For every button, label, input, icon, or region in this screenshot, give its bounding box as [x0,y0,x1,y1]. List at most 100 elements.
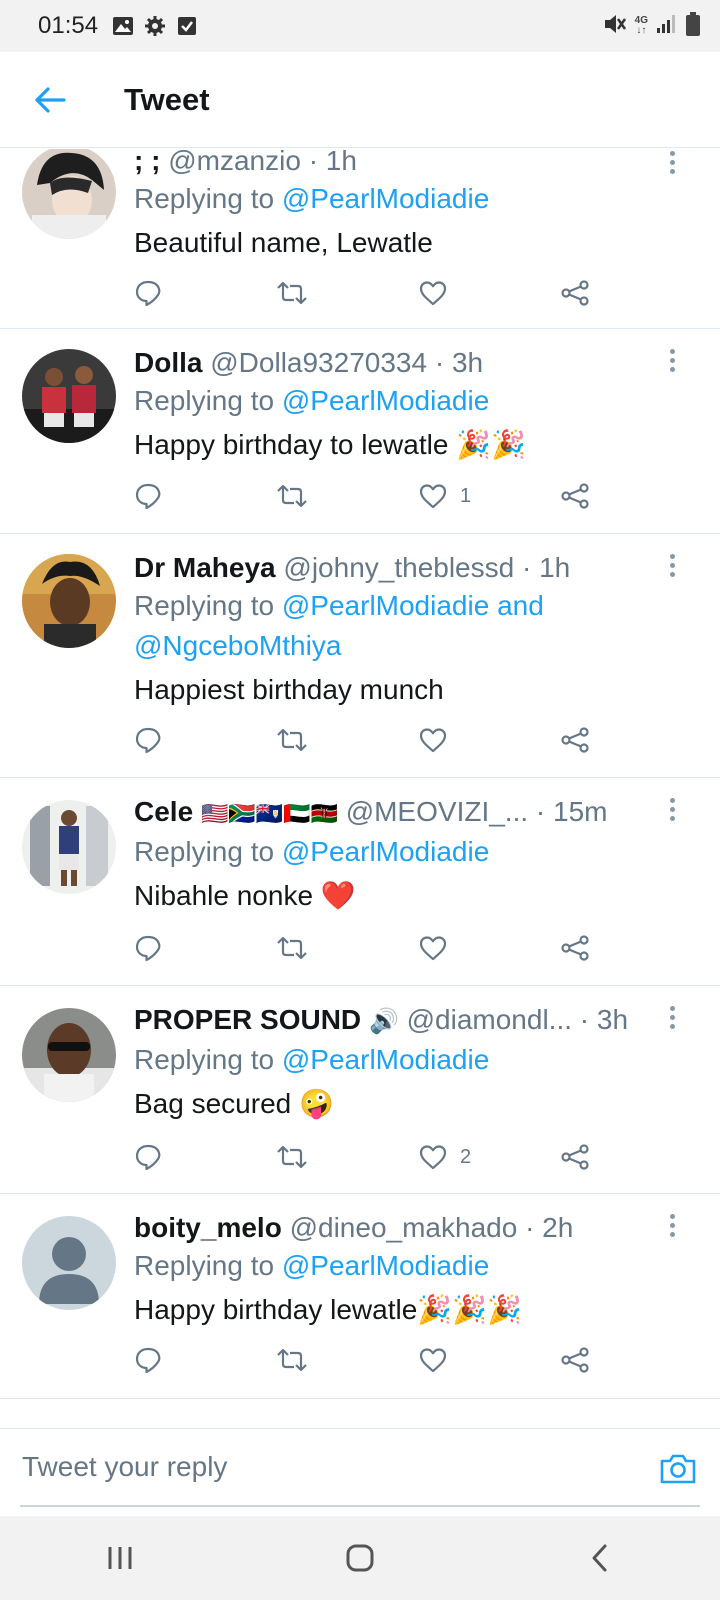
tweet-text: Bag secured 🤪 [134,1088,334,1119]
avatar[interactable] [22,800,116,894]
tweet-item[interactable]: Cele 🇺🇸🇿🇦🇦🇮🇦🇪🇰🇪 @MEOVIZI_... · 15m Reply… [0,778,720,986]
share-button[interactable] [560,1137,590,1177]
replying-to: Replying to @PearlModiadie [134,385,490,416]
user-handle[interactable]: @MEOVIZI_... [346,796,528,827]
tweet-actions [134,273,614,313]
reply-icon [134,934,162,962]
camera-button[interactable] [658,1449,698,1489]
reply-button[interactable] [134,1340,162,1380]
reply-icon [134,279,162,307]
tweet-actions: 2 [134,1137,614,1177]
reply-button[interactable] [134,720,162,760]
reply-input[interactable]: Tweet your reply [22,1451,227,1483]
like-icon [418,482,448,510]
tweet-header: boity_melo @dineo_makhado · 2h [134,1210,660,1246]
replying-to: Replying to @PearlModiadie and [134,590,544,621]
status-bar: 01:54 4G ↓↑ [0,0,720,52]
system-back-button[interactable] [570,1528,630,1588]
reply-button[interactable] [134,273,162,313]
user-handle[interactable]: @mzanzio [168,149,301,176]
tweet-item[interactable]: boity_melo @dineo_makhado · 2h Replying … [0,1194,720,1399]
user-name[interactable]: ; ; [134,149,160,176]
more-options-button[interactable] [660,550,684,580]
user-name[interactable]: boity_melo [134,1212,282,1243]
party-emoji: 🎉🎉 [456,429,526,460]
like-icon [418,934,448,962]
user-handle[interactable]: @Dolla93270334 [210,347,427,378]
share-button[interactable] [560,720,590,760]
share-icon [560,1143,590,1171]
like-button[interactable] [418,928,460,968]
mention-link[interactable]: @PearlModiadie [282,1044,489,1075]
avatar[interactable] [22,1216,116,1310]
more-options-button[interactable] [660,345,684,375]
tweet-item[interactable]: Dolla @Dolla93270334 · 3h Replying to @P… [0,329,720,534]
retweet-button[interactable] [276,720,308,760]
arrow-left-icon [35,86,66,113]
like-button[interactable]: 2 [418,1137,471,1177]
avatar[interactable] [22,554,116,648]
app-bar: Tweet [0,52,720,148]
tweet-text: Beautiful name, Lewatle [134,227,433,258]
retweet-icon [276,934,308,962]
mention-link[interactable]: @PearlModiadie [282,183,489,214]
reply-feed: ; ; @mzanzio · 1h Replying to @PearlModi… [0,149,720,1427]
tweet-item[interactable]: Dr Maheya @johny_theblessd · 1h Replying… [0,534,720,778]
tweet-header: Dr Maheya @johny_theblessd · 1h [134,550,660,586]
user-name[interactable]: PROPER SOUND [134,1004,361,1035]
more-options-button[interactable] [660,1210,684,1240]
mention-link[interactable]: @PearlModiadie [282,385,489,416]
share-button[interactable] [560,476,590,516]
user-name[interactable]: Dolla [134,347,202,378]
reply-button[interactable] [134,1137,162,1177]
back-button[interactable] [20,70,80,130]
tweet-time: · 1h [308,149,357,176]
retweet-button[interactable] [276,1137,308,1177]
system-nav-bar [0,1516,720,1600]
more-options-button[interactable] [660,1002,684,1032]
tweet-actions [134,720,614,760]
share-icon [560,1346,590,1374]
like-button[interactable] [418,1340,460,1380]
mention-link[interactable]: @PearlModiadie [282,836,489,867]
user-handle[interactable]: @johny_theblessd [283,552,514,583]
avatar[interactable] [22,1008,116,1102]
retweet-button[interactable] [276,928,308,968]
tweet-item[interactable]: ; ; @mzanzio · 1h Replying to @PearlModi… [0,149,720,329]
retweet-button[interactable] [276,476,308,516]
share-button[interactable] [560,928,590,968]
more-options-button[interactable] [660,794,684,824]
share-button[interactable] [560,273,590,313]
reply-button[interactable] [134,476,162,516]
tweet-actions [134,928,614,968]
mention-link[interactable]: @NgceboMthiya [134,630,341,661]
recent-apps-button[interactable] [90,1528,150,1588]
share-button[interactable] [560,1340,590,1380]
avatar[interactable] [22,149,116,239]
mention-link[interactable]: @PearlModiadie and [282,590,544,621]
home-button[interactable] [330,1528,390,1588]
reply-button[interactable] [134,928,162,968]
like-icon [418,1143,448,1171]
tweet-time: · 2h [525,1212,574,1243]
tweet-item[interactable]: PROPER SOUND 🔊 @diamondl... · 3h Replyin… [0,986,720,1194]
more-options-button[interactable] [660,149,684,177]
like-button[interactable] [418,720,460,760]
user-name[interactable]: Dr Maheya [134,552,276,583]
input-underline [20,1505,700,1507]
retweet-button[interactable] [276,1340,308,1380]
replying-to: Replying to @PearlModiadie [134,1044,490,1075]
like-count: 2 [460,1145,472,1168]
image-icon [110,13,136,39]
like-button[interactable]: 1 [418,476,471,516]
mention-link[interactable]: @PearlModiadie [282,1250,489,1281]
like-button[interactable] [418,273,460,313]
user-handle[interactable]: @dineo_makhado [290,1212,518,1243]
tweet-time: · 1h [521,552,571,583]
user-handle[interactable]: @diamondl... [407,1004,572,1035]
avatar[interactable] [22,349,116,443]
retweet-button[interactable] [276,273,308,313]
retweet-icon [276,482,308,510]
tweet-header: PROPER SOUND 🔊 @diamondl... · 3h [134,1002,660,1040]
user-name[interactable]: Cele [134,796,193,827]
